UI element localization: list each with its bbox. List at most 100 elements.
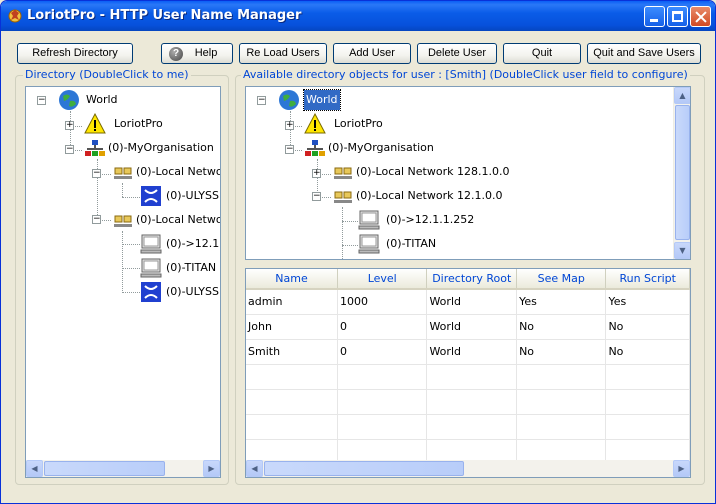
tree-item-organisation[interactable]: (0)-MyOrganisation xyxy=(304,138,436,158)
maximize-button[interactable] xyxy=(667,6,688,27)
tree-item-organisation[interactable]: (0)-MyOrganisation xyxy=(84,138,216,158)
users-grid[interactable]: Name Level Directory Root See Map Run Sc… xyxy=(245,268,691,478)
users-table: Name Level Directory Root See Map Run Sc… xyxy=(246,269,690,465)
tree-item-label: LoriotPro xyxy=(114,117,163,130)
cell-level[interactable]: 0 xyxy=(337,339,428,365)
tree-item-ulyss[interactable]: (0)-ULYSS xyxy=(140,282,220,302)
cell-directory-root[interactable]: World xyxy=(426,314,518,340)
scroll-left-arrow[interactable]: ◀ xyxy=(26,460,43,477)
horizontal-scrollbar[interactable]: ◀ ▶ xyxy=(246,460,690,477)
scroll-down-arrow[interactable]: ▼ xyxy=(674,242,690,259)
minimize-icon xyxy=(650,19,658,22)
cell-name[interactable]: Smith xyxy=(246,339,338,365)
collapse-toggle[interactable]: − xyxy=(285,145,294,154)
help-icon: ? xyxy=(169,47,183,61)
cell-name[interactable]: John xyxy=(246,314,338,340)
computer-icon xyxy=(358,210,380,230)
tree-item-label: (0)-MyOrganisation xyxy=(108,141,214,154)
collapse-toggle[interactable]: − xyxy=(92,215,101,224)
table-row[interactable]: admin 1000 World Yes Yes xyxy=(246,289,690,315)
tree-item-label: (0)-TITAN xyxy=(386,237,437,250)
scroll-up-arrow[interactable]: ▲ xyxy=(674,87,690,104)
collapse-toggle[interactable]: − xyxy=(312,192,321,201)
tree-item-label: (0)-ULYSS xyxy=(166,285,219,298)
scroll-thumb[interactable] xyxy=(44,461,165,476)
tree-item-host[interactable]: (0)->12.1.1.252 xyxy=(358,210,476,230)
tree-line xyxy=(122,268,140,269)
tree-item-local-network[interactable]: (0)-Local Network 128.1.0.0 xyxy=(332,162,511,182)
cell-see-map[interactable]: No xyxy=(516,314,607,340)
scroll-left-arrow[interactable]: ◀ xyxy=(246,460,263,477)
column-header-directory-root[interactable]: Directory Root xyxy=(426,269,518,290)
refresh-directory-button[interactable]: Refresh Directory xyxy=(17,43,133,64)
ulyss-icon xyxy=(141,282,161,302)
scroll-right-arrow[interactable]: ▶ xyxy=(203,460,220,477)
cell-directory-root[interactable]: World xyxy=(426,289,518,315)
tree-line xyxy=(122,183,123,197)
tree-item-world[interactable]: World xyxy=(58,90,120,110)
cell-run-script[interactable]: Yes xyxy=(605,289,690,315)
add-user-button[interactable]: Add User xyxy=(333,43,411,64)
quit-button[interactable]: Quit xyxy=(503,43,581,64)
scroll-thumb[interactable] xyxy=(264,461,464,476)
minimize-button[interactable] xyxy=(644,6,665,27)
tree-item-titan[interactable]: (0)-TITAN xyxy=(358,234,438,254)
title-bar[interactable]: LoriotPro - HTTP User Name Manager xyxy=(1,1,715,31)
tree-line xyxy=(122,197,140,198)
scroll-right-arrow[interactable]: ▶ xyxy=(673,460,690,477)
tree-item-loriotpro[interactable]: LoriotPro xyxy=(84,113,165,134)
table-row-empty xyxy=(246,414,690,440)
cell-level[interactable]: 1000 xyxy=(337,289,428,315)
directory-tree[interactable]: − + − − − World LoriotPro (0)-MyOrganisa… xyxy=(25,86,221,478)
tree-item-titan[interactable]: (0)-TITAN xyxy=(140,258,218,278)
warning-icon xyxy=(304,113,326,134)
tree-item-local-network[interactable]: (0)-Local Networ xyxy=(112,162,220,182)
column-header-run-script[interactable]: Run Script xyxy=(605,269,690,290)
tree-item-local-network[interactable]: (0)-Local Network 12.1.0.0 xyxy=(332,186,504,206)
collapse-toggle[interactable]: − xyxy=(65,145,74,154)
column-header-see-map[interactable]: See Map xyxy=(516,269,607,290)
tree-item-loriotpro[interactable]: LoriotPro xyxy=(304,113,385,134)
tree-item-local-network[interactable]: (0)-Local Networ xyxy=(112,210,220,230)
cell-level[interactable]: 0 xyxy=(337,314,428,340)
cell-directory-root[interactable]: World xyxy=(426,339,518,365)
cell-name[interactable]: admin xyxy=(246,289,338,315)
objects-tree[interactable]: − + − + − World LoriotPro (0)-MyOrganisa… xyxy=(245,86,691,260)
reload-users-button[interactable]: Re Load Users xyxy=(239,43,327,64)
quit-save-users-button[interactable]: Quit and Save Users xyxy=(587,43,701,64)
help-button[interactable]: ? Help xyxy=(161,43,233,64)
column-header-level[interactable]: Level xyxy=(337,269,428,290)
tree-line xyxy=(342,207,343,259)
network-icon xyxy=(114,215,132,227)
scroll-thumb[interactable] xyxy=(675,105,690,240)
tree-item-ulyss[interactable]: (0)-ULYSS xyxy=(140,186,220,206)
expand-toggle[interactable]: + xyxy=(312,169,321,178)
tree-item-label: World xyxy=(86,93,118,106)
horizontal-scrollbar[interactable]: ◀ ▶ xyxy=(26,460,220,477)
globe-icon xyxy=(59,90,79,110)
tree-item-host[interactable]: (0)->12.1.1 xyxy=(140,234,220,254)
table-row[interactable]: John 0 World No No xyxy=(246,314,690,340)
tree-item-world[interactable]: World xyxy=(278,89,341,111)
cell-run-script[interactable]: No xyxy=(605,314,690,340)
collapse-toggle[interactable]: − xyxy=(257,96,266,105)
tree-line xyxy=(342,221,358,222)
cell-see-map[interactable]: Yes xyxy=(516,289,607,315)
column-header-name[interactable]: Name xyxy=(246,269,338,290)
table-row-empty xyxy=(246,389,690,415)
table-row[interactable]: Smith 0 World No No xyxy=(246,339,690,365)
tree-item-label: (0)-MyOrganisation xyxy=(328,141,434,154)
vertical-scrollbar[interactable]: ▲ ▼ xyxy=(673,87,690,259)
collapse-toggle[interactable]: − xyxy=(92,169,101,178)
close-button[interactable] xyxy=(690,6,711,27)
tree-item-label: LoriotPro xyxy=(334,117,383,130)
expand-toggle[interactable]: + xyxy=(285,121,294,130)
tree-item-label: (0)-Local Network 128.1.0.0 xyxy=(356,165,510,178)
cell-see-map[interactable]: No xyxy=(516,339,607,365)
delete-user-button[interactable]: Delete User xyxy=(417,43,497,64)
collapse-toggle[interactable]: − xyxy=(37,96,46,105)
tree-item-label: (0)-Local Network 12.1.0.0 xyxy=(356,189,503,202)
cell-run-script[interactable]: No xyxy=(605,339,690,365)
organisation-icon xyxy=(305,140,325,156)
expand-toggle[interactable]: + xyxy=(65,121,74,130)
